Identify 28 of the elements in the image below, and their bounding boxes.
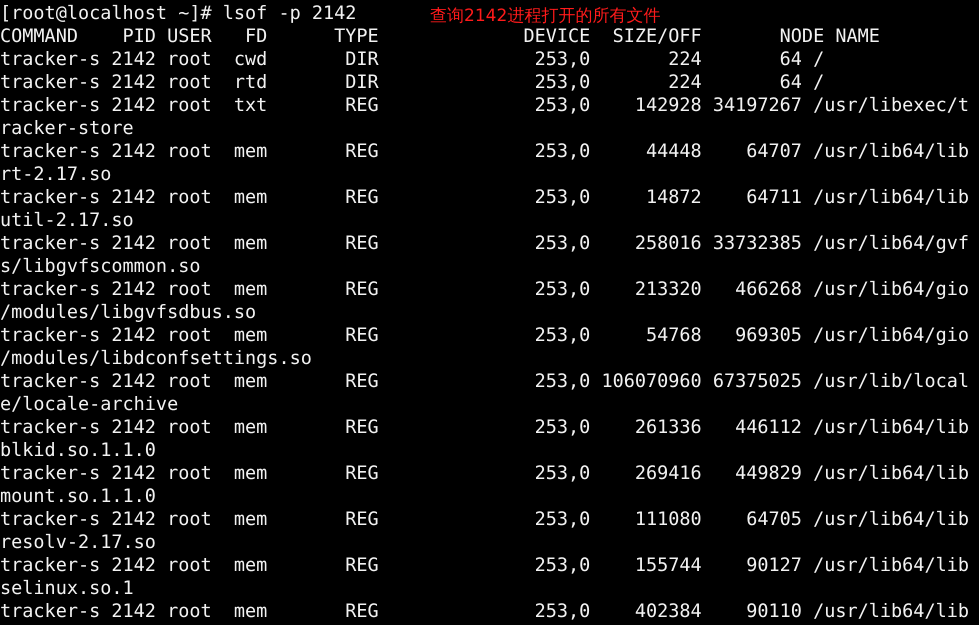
output-line: racker-store <box>0 118 134 139</box>
output-line: tracker-s 2142 root cwd DIR 253,0 224 64 / <box>0 49 824 70</box>
output-line: /modules/libdconfsettings.so <box>0 348 312 369</box>
annotation-text: 查询2142进程打开的所有文件 <box>430 6 660 26</box>
output-line: tracker-s 2142 root mem REG 253,0 111080 64705 /usr/lib64/lib <box>0 509 970 530</box>
output-line: tracker-s 2142 root mem REG 253,0 213320 466268 /usr/lib64/gio <box>0 279 970 300</box>
output-line: tracker-s 2142 root mem REG 253,0 269416 449829 /usr/lib64/lib <box>0 463 970 484</box>
output-line: resolv-2.17.so <box>0 532 156 553</box>
command-prompt: [root@localhost ~]# lsof -p 2142 <box>0 3 356 24</box>
output-line: tracker-s 2142 root mem REG 253,0 14872 64711 /usr/lib64/lib <box>0 187 970 208</box>
output-line: selinux.so.1 <box>0 578 134 599</box>
output-line: util-2.17.so <box>0 210 134 231</box>
output-line: /modules/libgvfsdbus.so <box>0 302 256 323</box>
output-line: tracker-s 2142 root mem REG 253,0 261336 446112 /usr/lib64/lib <box>0 417 970 438</box>
output-line: mount.so.1.1.0 <box>0 486 156 507</box>
output-line: tracker-s 2142 root rtd DIR 253,0 224 64 / <box>0 72 824 93</box>
output-line: tracker-s 2142 root mem REG 253,0 44448 64707 /usr/lib64/lib <box>0 141 970 162</box>
output-line: rt-2.17.so <box>0 164 112 185</box>
output-line: tracker-s 2142 root txt REG 253,0 142928 34197267 /usr/libexec/t <box>0 95 970 116</box>
output-line: tracker-s 2142 root mem REG 253,0 402384 90110 /usr/lib64/lib <box>0 601 970 622</box>
output-line: tracker-s 2142 root mem REG 253,0 258016 33732385 /usr/lib64/gvf <box>0 233 970 254</box>
column-header-line: COMMAND PID USER FD TYPE DEVICE SIZE/OFF NODE NAME <box>0 26 880 47</box>
output-line: tracker-s 2142 root mem REG 253,0 106070960 67375025 /usr/lib/local <box>0 371 970 392</box>
output-line: s/libgvfscommon.so <box>0 256 200 277</box>
output-line: tracker-s 2142 root mem REG 253,0 54768 969305 /usr/lib64/gio <box>0 325 970 346</box>
output-line: tracker-s 2142 root mem REG 253,0 155744 90127 /usr/lib64/lib <box>0 555 970 576</box>
output-line: e/locale-archive <box>0 394 178 415</box>
output-line: blkid.so.1.1.0 <box>0 440 156 461</box>
